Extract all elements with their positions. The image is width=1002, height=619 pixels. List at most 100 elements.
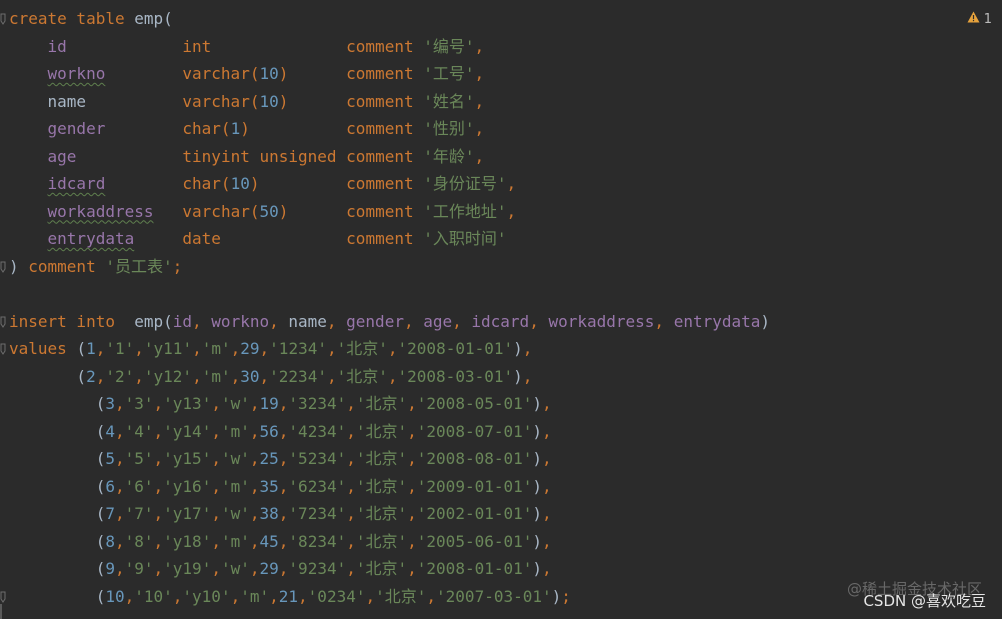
code-token: 56 — [259, 421, 279, 441]
code-token: age — [423, 311, 453, 331]
code-token: 8 — [105, 531, 115, 551]
code-line[interactable]: insert into emp(id, workno, name, gender… — [9, 308, 770, 336]
code-token: , — [474, 146, 485, 166]
code-line[interactable]: gender char(1) comment '性别', — [9, 115, 770, 143]
code-token: '北京' — [355, 476, 408, 496]
code-text-area[interactable]: create table emp( id int comment '编号', w… — [9, 5, 770, 610]
code-token: name — [47, 91, 87, 111]
fold-marker-icon[interactable] — [0, 261, 7, 273]
code-token: , — [192, 339, 202, 358]
code-token: , — [114, 476, 125, 496]
code-token: '1' — [105, 339, 135, 358]
code-line[interactable]: (5,'5','y15','w',25,'5234','北京','2008-08… — [9, 445, 770, 473]
code-line[interactable]: workaddress varchar(50) comment '工作地址', — [9, 198, 770, 226]
code-token: ( — [9, 531, 106, 551]
code-token: ) — [513, 366, 523, 386]
code-token: ) — [532, 531, 543, 551]
inspection-widget[interactable]: 1 — [967, 11, 992, 27]
code-line[interactable]: create table emp( — [9, 5, 770, 33]
code-token: '北京' — [336, 366, 388, 386]
code-token: '4' — [124, 421, 154, 441]
code-token: 9 — [105, 559, 115, 578]
code-editor[interactable]: create table emp( id int comment '编号', w… — [0, 0, 1002, 619]
code-token: 10 — [105, 586, 125, 606]
code-token: , — [426, 586, 437, 606]
code-line[interactable]: (3,'3','y13','w',19,'3234','北京','2008-05… — [9, 390, 770, 418]
code-line[interactable]: (6,'6','y16','m',35,'6234','北京','2009-01… — [9, 473, 770, 501]
code-line[interactable] — [9, 280, 770, 308]
code-token: , — [654, 311, 674, 331]
code-line[interactable]: (10,'10','y10','m',21,'0234','北京','2007-… — [9, 583, 770, 611]
code-token: , — [474, 64, 485, 83]
code-token: 'm' — [201, 366, 231, 386]
code-token: , — [172, 586, 183, 606]
code-line[interactable]: values (1,'1','y11','m',29,'1234','北京','… — [9, 335, 770, 363]
code-token: , — [153, 449, 164, 468]
code-token: 21 — [278, 586, 299, 606]
code-token: '北京' — [375, 586, 427, 606]
code-token: , — [269, 311, 289, 331]
code-line[interactable]: workno varchar(10) comment '工号', — [9, 60, 770, 88]
code-line[interactable]: entrydata date comment '入职时间' — [9, 225, 770, 253]
code-line[interactable]: idcard char(10) comment '身份证号', — [9, 170, 770, 198]
code-token: 4 — [105, 421, 115, 441]
code-token: , — [192, 366, 202, 386]
code-token: , — [506, 201, 517, 221]
code-token: , — [542, 504, 552, 523]
code-token: ( — [76, 339, 87, 358]
code-token: , — [153, 504, 164, 523]
fold-marker-icon[interactable] — [0, 13, 7, 25]
code-token: '2002-01-01' — [416, 504, 533, 523]
code-token: char( — [182, 174, 231, 193]
code-token: '2234' — [269, 366, 327, 386]
code-token: ) — [532, 449, 543, 468]
code-line[interactable]: (2,'2','y12','m',30,'2234','北京','2008-03… — [9, 363, 770, 391]
code-token: date — [182, 229, 221, 248]
code-line[interactable]: ) comment '员工表'; — [9, 253, 770, 281]
code-token: , — [153, 476, 164, 496]
code-token: , — [114, 531, 125, 551]
code-token: , — [522, 366, 533, 386]
gutter-caret — [0, 604, 2, 619]
code-token: 10 — [230, 174, 250, 193]
code-line[interactable]: name varchar(10) comment '姓名', — [9, 88, 770, 116]
fold-marker-icon[interactable] — [0, 343, 7, 355]
code-line[interactable]: id int comment '编号', — [9, 33, 770, 61]
code-token: , — [542, 531, 552, 551]
code-token: entrydata — [47, 229, 135, 248]
code-token: varchar( — [182, 201, 260, 221]
code-token: workaddress — [548, 311, 655, 331]
code-token: , — [249, 504, 260, 523]
code-token: ) — [9, 256, 29, 276]
code-line[interactable]: (8,'8','y18','m',45,'8234','北京','2005-06… — [9, 528, 770, 556]
code-token: 'y18' — [163, 531, 212, 551]
code-token: ( — [9, 394, 106, 413]
code-line[interactable]: (4,'4','y14','m',56,'4234','北京','2008-07… — [9, 418, 770, 446]
code-token: 38 — [259, 504, 279, 523]
code-token: '2008-03-01' — [397, 366, 514, 386]
code-token: '10' — [134, 586, 173, 606]
code-token: 2 — [86, 366, 96, 386]
code-token: id — [172, 311, 193, 331]
code-line[interactable]: (9,'9','y19','w',29,'9234','北京','2008-01… — [9, 555, 770, 583]
code-token: ( — [9, 421, 106, 441]
fold-marker-icon[interactable] — [0, 316, 7, 328]
code-token: 'y14' — [163, 421, 212, 441]
code-token: , — [407, 531, 417, 551]
code-token: '0234' — [307, 586, 366, 606]
code-token: 29 — [259, 559, 279, 578]
code-token: , — [407, 421, 417, 441]
code-token: ) — [278, 201, 289, 221]
code-token: , — [230, 339, 241, 358]
code-token: '3234' — [288, 394, 347, 413]
code-line[interactable]: age tinyint unsigned comment '年龄', — [9, 143, 770, 171]
fold-marker-icon[interactable] — [0, 591, 7, 603]
code-line[interactable]: (7,'7','y17','w',38,'7234','北京','2002-01… — [9, 500, 770, 528]
code-token: 5 — [105, 449, 115, 468]
code-token: 10 — [259, 64, 279, 83]
code-token: '北京' — [355, 394, 408, 413]
code-token: ; — [172, 256, 183, 276]
